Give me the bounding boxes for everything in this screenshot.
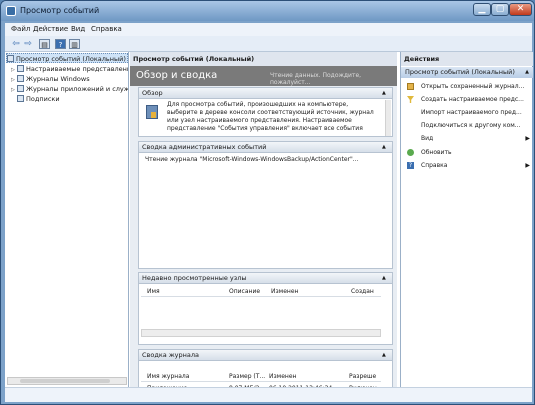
tree-item-label: Журналы Windows [26, 75, 90, 83]
section-title: Сводка журнала [142, 351, 200, 359]
action-refresh[interactable]: Обновить [401, 147, 533, 158]
status-bar [5, 387, 532, 402]
collapse-icon[interactable]: ▲ [382, 88, 389, 99]
overview-heading: Обзор и сводка [136, 70, 218, 81]
event-viewer-window: Просмотр событий ▁ ▢ ✕ Файл Действие Вид… [0, 0, 535, 405]
action-label: Открыть сохраненный журнал... [421, 83, 525, 90]
folder-icon [17, 65, 24, 72]
actions-title: Действия [401, 52, 533, 66]
center-pane: Просмотр событий (Локальный) Обзор и сво… [130, 52, 397, 402]
overview-banner: Обзор и сводка Чтение данных. Подождите,… [130, 66, 397, 86]
refresh-icon [407, 149, 414, 156]
toolbar: ⇦ ⇨ ▤ ? ▥ [5, 36, 532, 52]
action-connect-computer[interactable]: Подключиться к другому ком... [401, 120, 533, 131]
actions-group-header[interactable]: Просмотр событий (Локальный) ▲ [401, 67, 533, 78]
menu-file[interactable]: Файл [11, 25, 30, 33]
collapse-icon[interactable]: ▲ [382, 350, 389, 361]
collapse-icon[interactable]: ▲ [382, 142, 389, 153]
content-area: Просмотр событий (Локальный) ▷ Настраивае… [5, 52, 533, 402]
col-name[interactable]: Имя [147, 288, 160, 295]
folder-icon [17, 75, 24, 82]
minimize-button[interactable]: ▁ [473, 3, 491, 16]
recent-nodes-header[interactable]: Недавно просмотренные узлы ▲ [139, 273, 392, 284]
tree-horizontal-scrollbar[interactable] [7, 377, 127, 385]
tree-item-custom-views[interactable]: ▷ Настраиваемые представлени [11, 64, 129, 74]
menu-view[interactable]: Вид [71, 25, 85, 33]
log-summary-columns: Имя журнала Размер (Т... Изменен Разреше [141, 372, 381, 382]
overview-section: Обзор ▲ Для просмотра событий, произошед… [138, 87, 393, 137]
col-description[interactable]: Описание [229, 288, 260, 295]
filter-icon [407, 96, 414, 103]
tree-item-label: Журналы приложений и служб [26, 85, 129, 93]
action-help[interactable]: ? Справка ▶ [401, 160, 533, 171]
menu-bar: Файл Действие Вид Справка [5, 23, 532, 36]
col-created[interactable]: Создан [351, 288, 374, 295]
menu-help[interactable]: Справка [91, 25, 122, 33]
event-log-icon [146, 105, 158, 119]
col-log-name[interactable]: Имя журнала [147, 373, 189, 380]
action-open-saved-log[interactable]: Открыть сохраненный журнал... [401, 81, 533, 92]
action-import-custom-view[interactable]: Импорт настраиваемого пред... [401, 107, 533, 118]
submenu-arrow-icon: ▶ [525, 135, 530, 142]
admin-events-header[interactable]: Сводка административных событий ▲ [139, 142, 392, 153]
folder-icon [17, 85, 24, 92]
overview-scrollbar[interactable] [385, 100, 391, 136]
col-modified[interactable]: Изменен [271, 288, 298, 295]
recent-nodes-hscroll[interactable] [141, 329, 381, 337]
maximize-button[interactable]: ▢ [491, 3, 509, 16]
forward-arrow-icon[interactable]: ⇨ [23, 39, 33, 49]
help-toolbar-icon[interactable]: ? [55, 39, 66, 49]
show-hide-actions-icon[interactable]: ▥ [69, 39, 80, 49]
loading-hint: Чтение данных. Подождите, пожалуйст... [270, 72, 362, 86]
event-viewer-icon [7, 55, 14, 62]
show-hide-tree-icon[interactable]: ▤ [39, 39, 50, 49]
collapse-icon[interactable]: ▲ [382, 273, 389, 284]
window-title: Просмотр событий [20, 6, 100, 15]
overview-section-header[interactable]: Обзор ▲ [139, 88, 392, 99]
col-modified[interactable]: Изменен [269, 373, 296, 380]
tree-item-local[interactable]: Просмотр событий (Локальный) [6, 53, 128, 63]
recent-nodes-section: Недавно просмотренные узлы ▲ Имя Описани… [138, 272, 393, 345]
close-button[interactable]: ✕ [509, 3, 532, 16]
tree-item-app-logs[interactable]: ▷ Журналы приложений и служб [11, 84, 129, 94]
subscriptions-icon [17, 95, 24, 102]
menu-action[interactable]: Действие [33, 25, 68, 33]
center-pane-title: Просмотр событий (Локальный) [130, 52, 397, 66]
back-arrow-icon[interactable]: ⇦ [11, 39, 21, 49]
action-label: Обновить [421, 149, 452, 156]
log-summary-header[interactable]: Сводка журнала ▲ [139, 350, 392, 361]
event-viewer-app-icon [6, 6, 16, 16]
action-view[interactable]: Вид ▶ [401, 133, 533, 144]
overview-text: Для просмотра событий, произошедших на к… [167, 101, 374, 132]
action-label: Справка [421, 162, 448, 169]
action-label: Подключиться к другому ком... [421, 122, 521, 129]
help-icon: ? [407, 162, 414, 169]
reading-status: Чтение журнала "Microsoft-Windows-Window… [145, 156, 359, 163]
section-title: Обзор [142, 89, 163, 97]
admin-events-section: Сводка административных событий ▲ Чтение… [138, 141, 393, 269]
tree-item-label: Настраиваемые представлени [26, 65, 129, 73]
console-tree: Просмотр событий (Локальный) ▷ Настраивае… [5, 52, 129, 387]
tree-item-label: Просмотр событий (Локальный) [16, 55, 126, 63]
section-title: Сводка административных событий [142, 143, 267, 151]
tree-item-windows-logs[interactable]: ▷ Журналы Windows [11, 74, 128, 84]
action-create-custom-view[interactable]: Создать настраиваемое предс... [401, 94, 533, 105]
recent-nodes-columns: Имя Описание Изменен Создан [141, 287, 381, 297]
col-size[interactable]: Размер (Т... [229, 373, 265, 380]
scroll-thumb[interactable] [20, 379, 110, 383]
col-enabled[interactable]: Разреше [349, 373, 376, 380]
collapse-icon[interactable]: ▲ [525, 67, 529, 78]
tree-item-subscriptions[interactable]: Подписки [11, 94, 128, 104]
tree-item-label: Подписки [26, 95, 60, 103]
actions-pane: Действия Просмотр событий (Локальный) ▲ … [400, 52, 533, 387]
action-label: Импорт настраиваемого пред... [421, 109, 522, 116]
submenu-arrow-icon: ▶ [525, 162, 530, 169]
action-label: Вид [421, 135, 434, 142]
section-title: Недавно просмотренные узлы [142, 274, 247, 282]
action-label: Создать настраиваемое предс... [421, 96, 524, 103]
actions-group-label: Просмотр событий (Локальный) [405, 68, 515, 76]
log-summary-section: Сводка журнала ▲ Имя журнала Размер (Т..… [138, 349, 393, 402]
title-bar[interactable]: Просмотр событий ▁ ▢ ✕ [1, 1, 534, 21]
open-log-icon [407, 83, 414, 90]
